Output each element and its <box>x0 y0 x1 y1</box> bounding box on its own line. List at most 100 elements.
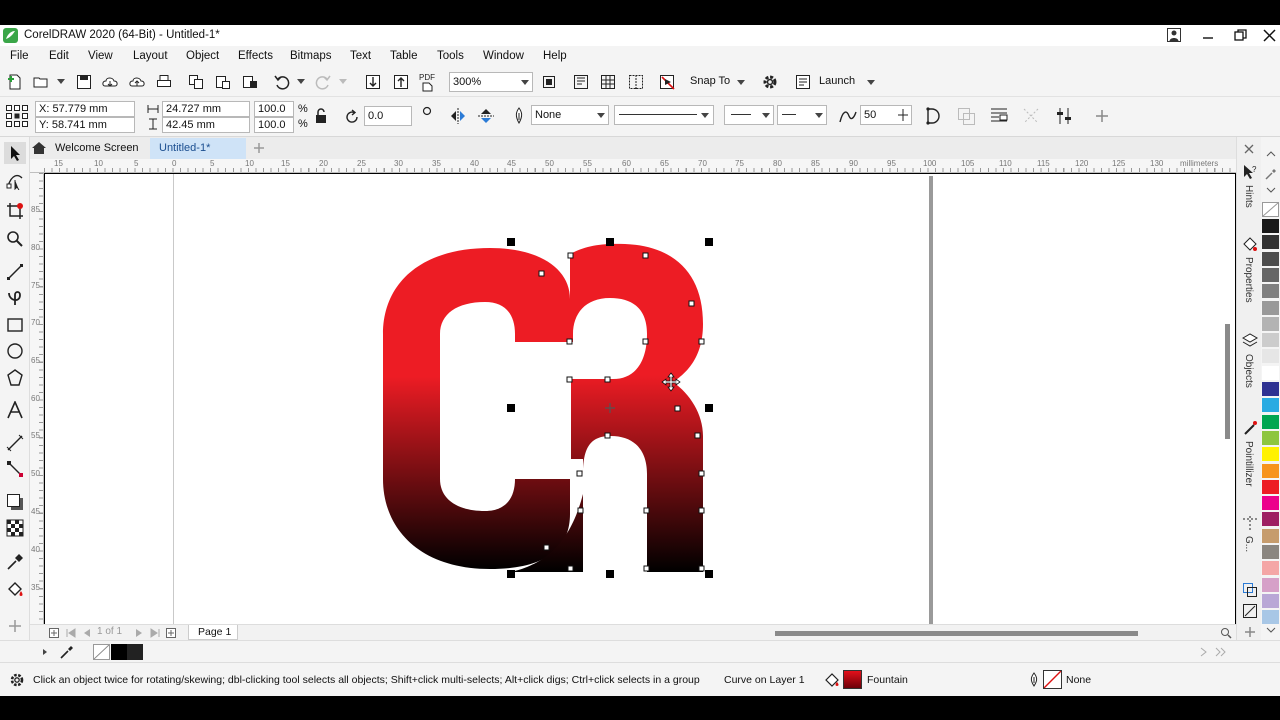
curve-node[interactable] <box>688 300 695 307</box>
vertical-scrollbar-thumb[interactable] <box>1225 324 1230 439</box>
add-toolbar-item-icon[interactable] <box>1093 107 1111 125</box>
document-palette-eyedropper-icon[interactable] <box>59 644 75 660</box>
shape-tool-icon[interactable] <box>4 170 26 192</box>
document-swatch-black[interactable] <box>111 644 127 660</box>
close-docker-icon[interactable] <box>1242 142 1256 156</box>
new-tab-icon[interactable] <box>251 140 267 156</box>
add-page-before-icon[interactable] <box>47 626 61 640</box>
palette-swatch[interactable] <box>1262 398 1279 414</box>
snap-off-icon[interactable] <box>658 73 678 91</box>
curve-node[interactable] <box>643 507 650 514</box>
previous-page-icon[interactable] <box>80 626 94 640</box>
start-arrowhead-dropdown-icon[interactable] <box>762 113 770 118</box>
save-icon[interactable] <box>75 73 93 91</box>
pick-tool-icon[interactable] <box>4 142 26 164</box>
curve-node[interactable] <box>642 252 649 259</box>
letter-c[interactable] <box>383 248 570 569</box>
document-palette-end-icon[interactable] <box>1214 645 1228 659</box>
parallel-dimension-tool-icon[interactable] <box>4 432 26 454</box>
handle-middle-left[interactable] <box>507 404 515 412</box>
menu-window[interactable]: Window <box>483 50 524 62</box>
convert-to-curves-icon[interactable] <box>955 105 977 127</box>
curve-node[interactable] <box>674 405 681 412</box>
handle-bottom-left[interactable] <box>507 570 515 578</box>
docker-tab-hints[interactable]: Hints <box>1243 185 1254 208</box>
palette-flyout-icon[interactable] <box>1264 185 1278 195</box>
docker-tab-properties[interactable]: Properties <box>1243 257 1254 303</box>
menu-tools[interactable]: Tools <box>437 50 464 62</box>
fill-swatch[interactable] <box>843 670 862 689</box>
palette-swatch[interactable] <box>1262 610 1279 626</box>
open-dropdown-icon[interactable] <box>57 79 65 84</box>
zoom-dropdown-icon[interactable] <box>521 80 529 85</box>
cr-logo-artwork[interactable] <box>45 174 1235 624</box>
palette-scroll-down-icon[interactable] <box>1264 625 1278 635</box>
settings-gear-icon[interactable] <box>760 72 780 92</box>
document-palette-scroll-right-icon[interactable] <box>1198 645 1210 659</box>
menu-object[interactable]: Object <box>186 50 219 62</box>
menu-text[interactable]: Text <box>350 50 371 62</box>
no-color-swatch[interactable] <box>1262 202 1279 217</box>
tab-welcome-screen[interactable]: Welcome Screen <box>55 142 139 154</box>
palette-swatch[interactable] <box>1262 284 1279 300</box>
curve-node[interactable] <box>604 432 611 439</box>
line-style-dropdown-icon[interactable] <box>701 113 709 118</box>
properties-icon[interactable] <box>1241 235 1259 253</box>
crop-tool-icon[interactable] <box>4 200 26 222</box>
palette-swatch[interactable] <box>1262 414 1279 430</box>
curve-node[interactable] <box>567 565 574 572</box>
drawing-canvas[interactable] <box>45 174 1235 624</box>
launch-button[interactable]: Launch <box>819 75 855 87</box>
fill-indicator-icon[interactable] <box>823 671 841 689</box>
outline-swatch[interactable] <box>1043 670 1062 689</box>
palette-swatch[interactable] <box>1262 382 1279 397</box>
handle-middle-right[interactable] <box>705 404 713 412</box>
outline-width-dropdown-icon[interactable] <box>597 113 605 118</box>
curve-node[interactable] <box>698 507 705 514</box>
document-swatch-none[interactable] <box>93 644 110 660</box>
menu-edit[interactable]: Edit <box>49 50 69 62</box>
palette-swatch[interactable] <box>1262 349 1279 365</box>
handle-top-middle[interactable] <box>606 238 614 246</box>
text-tool-icon[interactable] <box>4 399 26 421</box>
menu-effects[interactable]: Effects <box>238 50 273 62</box>
new-document-icon[interactable] <box>6 73 24 91</box>
curve-node[interactable] <box>538 270 545 277</box>
open-folder-icon[interactable] <box>32 73 50 91</box>
snap-to-button[interactable]: Snap To <box>690 75 730 87</box>
curve-node[interactable] <box>694 432 701 439</box>
palette-swatch[interactable] <box>1262 447 1279 463</box>
palette-swatch[interactable] <box>1262 479 1279 495</box>
eyedropper-palette-icon[interactable] <box>1263 167 1279 181</box>
freehand-tool-icon[interactable] <box>4 261 26 283</box>
menu-view[interactable]: View <box>88 50 113 62</box>
curve-node[interactable] <box>543 544 550 551</box>
curve-node[interactable] <box>577 507 584 514</box>
docker-tab-objects[interactable]: Objects <box>1243 354 1254 388</box>
curve-node[interactable] <box>642 338 649 345</box>
curve-node[interactable] <box>643 565 650 572</box>
drop-shadow-tool-icon[interactable] <box>4 491 26 513</box>
first-page-icon[interactable] <box>64 626 78 640</box>
palette-swatch[interactable] <box>1262 528 1279 544</box>
handle-bottom-right[interactable] <box>705 570 713 578</box>
menu-bitmaps[interactable]: Bitmaps <box>290 50 332 62</box>
lock-ratio-icon[interactable] <box>313 107 329 125</box>
copy-icon[interactable] <box>187 73 205 91</box>
palette-scroll-up-icon[interactable] <box>1264 149 1278 159</box>
palette-swatch[interactable] <box>1262 496 1279 512</box>
line-style-field[interactable] <box>614 105 714 125</box>
text-wrap-icon[interactable] <box>988 105 1010 127</box>
transform-docker-icon[interactable] <box>1241 581 1259 599</box>
palette-swatch[interactable] <box>1262 593 1279 609</box>
smoothing-slider-icon[interactable] <box>896 107 910 123</box>
position-y-field[interactable]: Y: 58.741 mm <box>35 117 135 133</box>
import-icon[interactable] <box>364 73 382 91</box>
minimize-button[interactable] <box>1200 27 1216 43</box>
horizontal-scrollbar-thumb[interactable] <box>775 631 1138 636</box>
add-docker-icon[interactable] <box>1241 623 1259 641</box>
redo-dropdown-icon[interactable] <box>339 79 347 84</box>
hints-icon[interactable]: ? <box>1241 163 1259 181</box>
palette-swatch[interactable] <box>1262 300 1279 316</box>
undo-icon[interactable] <box>273 73 291 91</box>
